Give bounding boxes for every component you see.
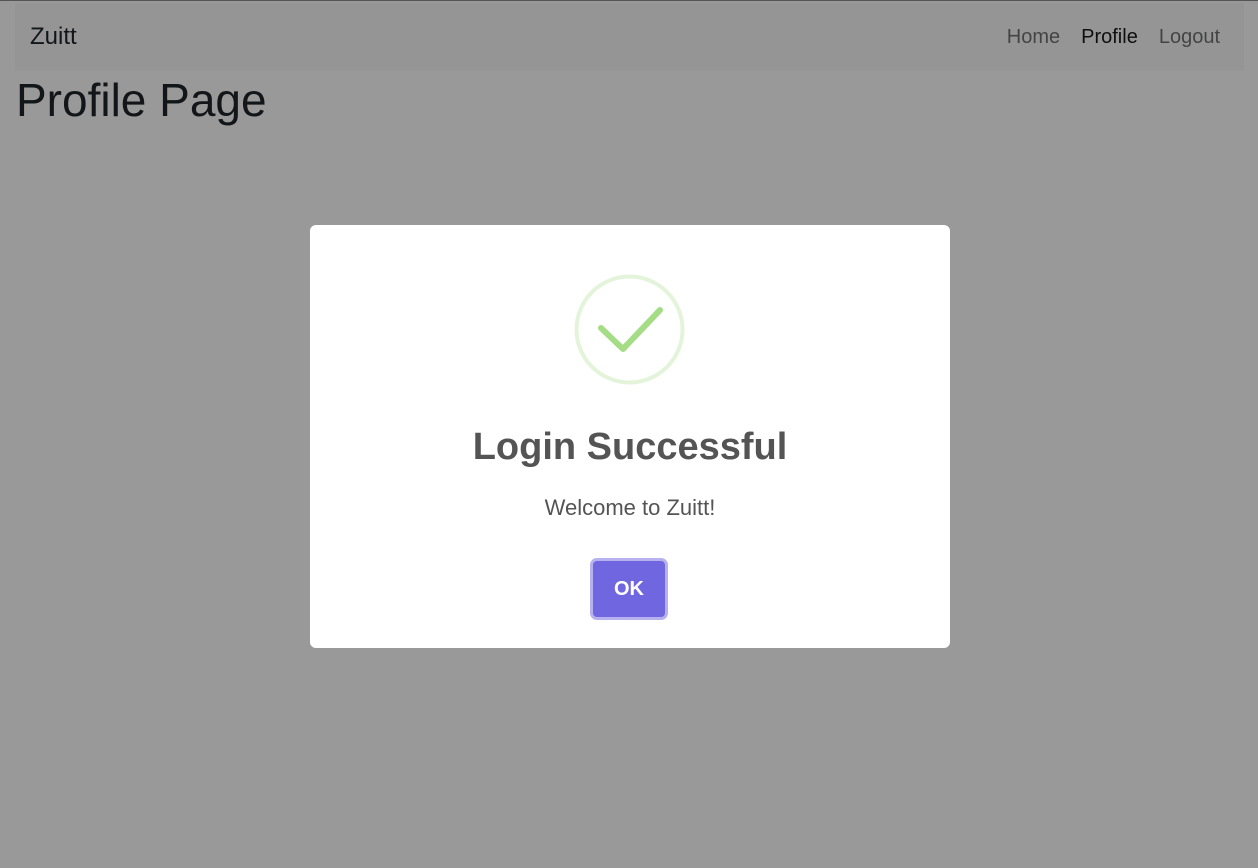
dialog-message: Welcome to Zuitt! (544, 495, 716, 520)
success-dialog: Login Successful Welcome to Zuitt! OK (310, 225, 950, 648)
success-check-icon (574, 274, 685, 385)
ok-button[interactable]: OK (593, 561, 665, 617)
dialog-title: Login Successful (472, 426, 788, 468)
